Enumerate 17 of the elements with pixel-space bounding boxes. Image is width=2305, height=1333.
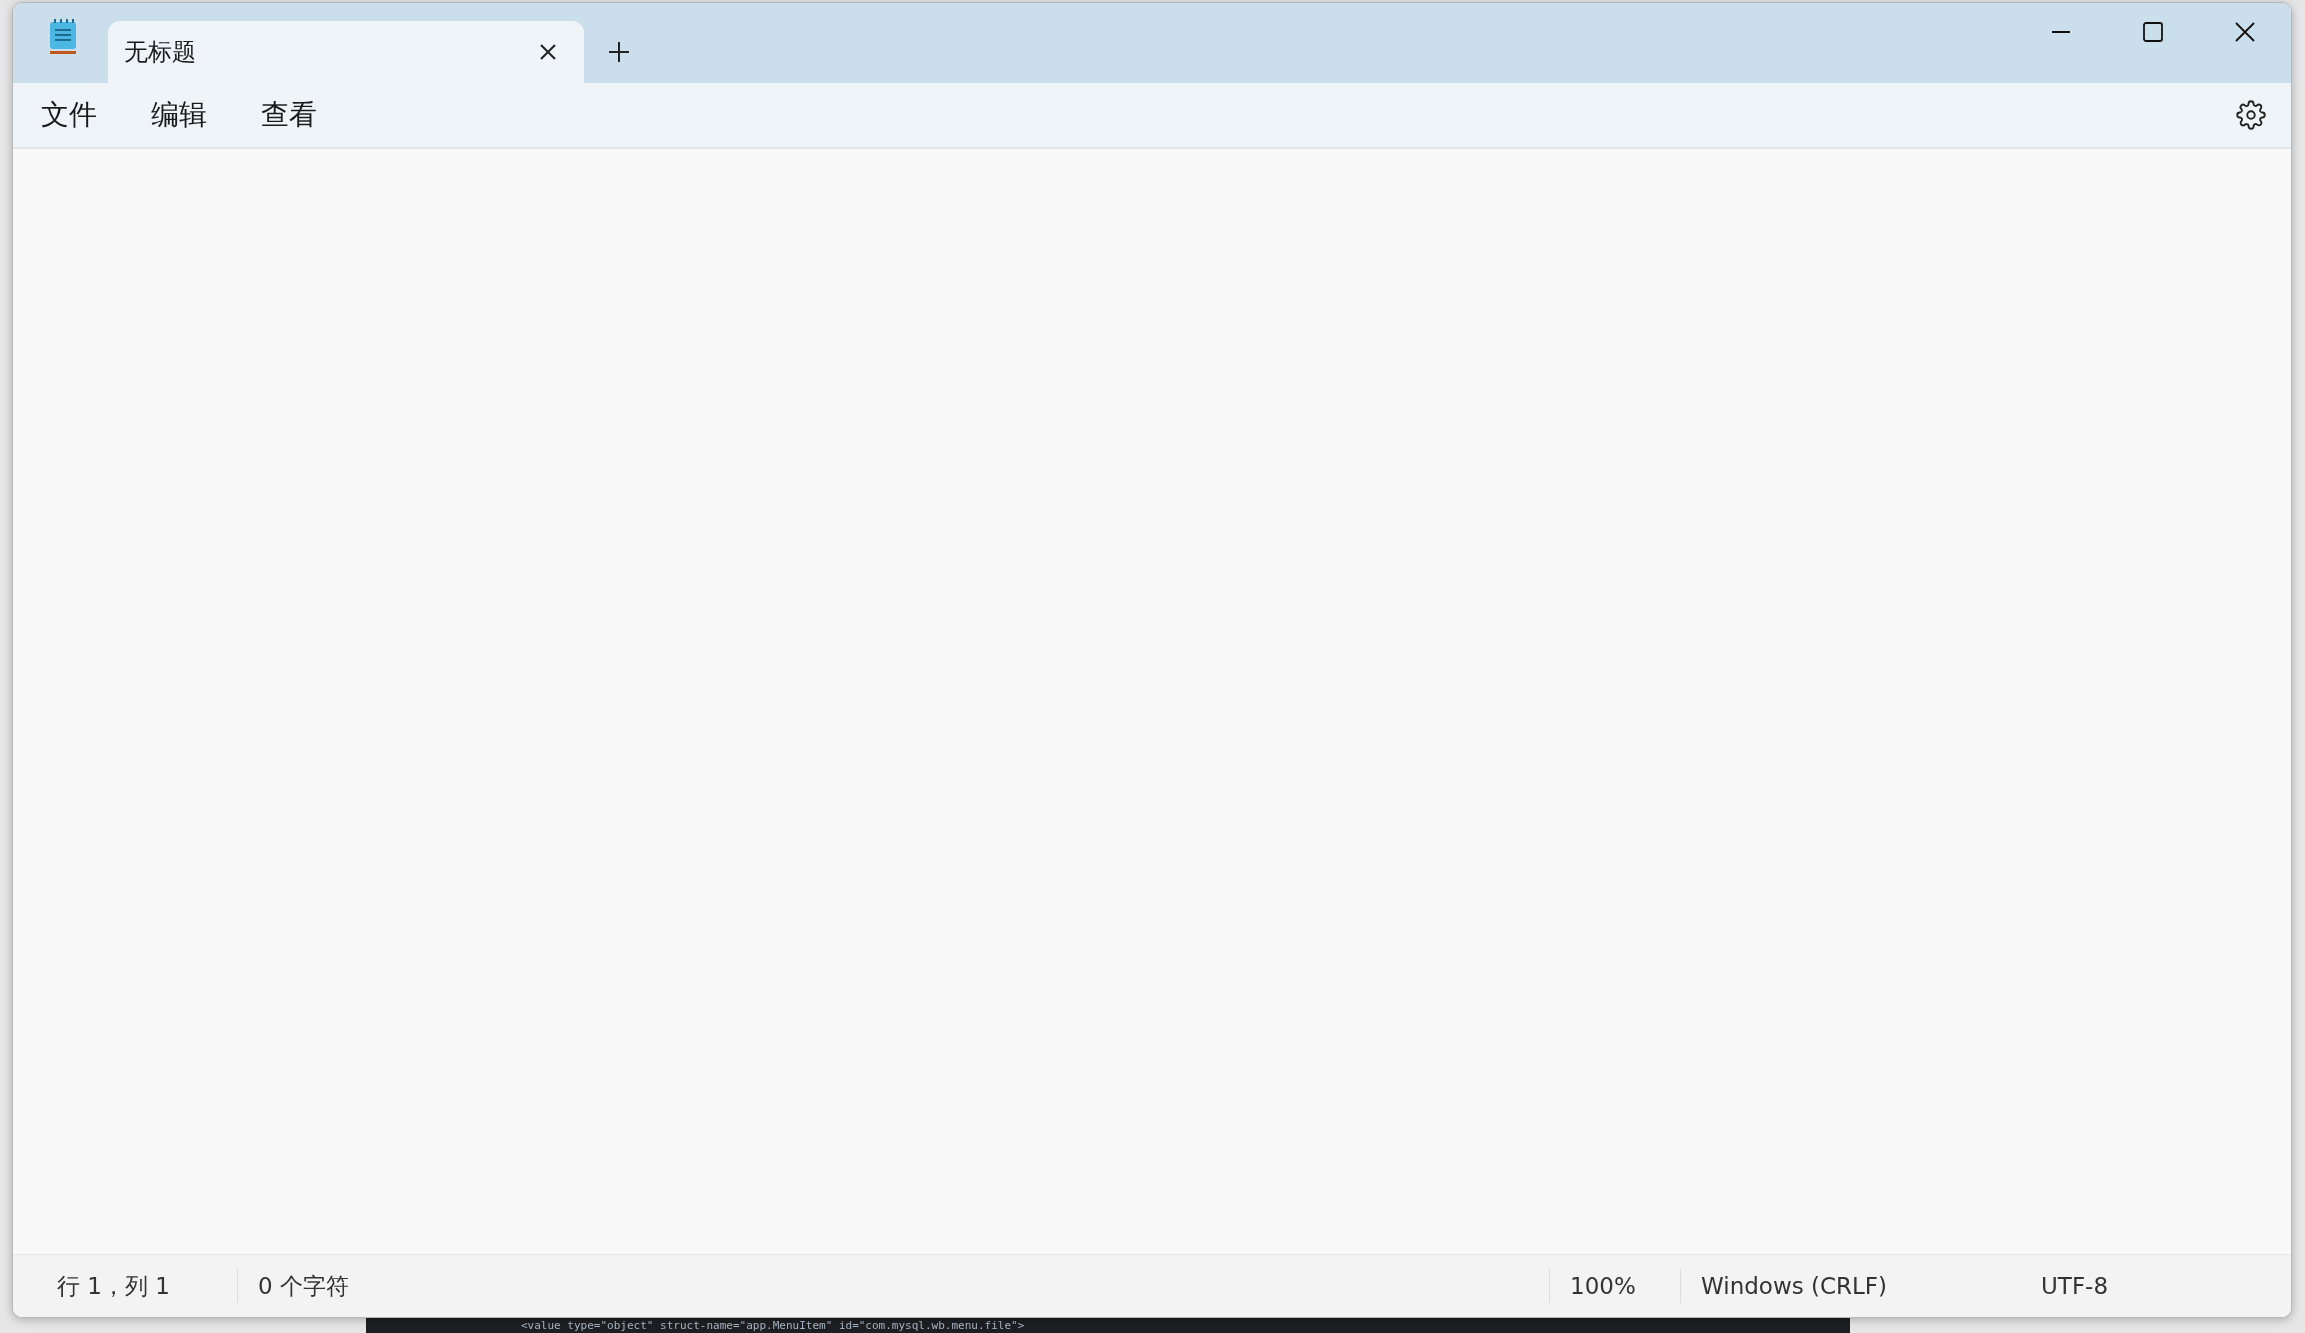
status-item: 100% — [1549, 1269, 1680, 1303]
maximize-icon — [2142, 21, 2164, 43]
status-item: UTF-8 — [2040, 1272, 2110, 1301]
close-icon — [2234, 21, 2256, 43]
gear-icon — [2236, 100, 2266, 130]
document-tab[interactable]: 无标题 — [108, 21, 584, 83]
character-count: 0 个字符 — [237, 1269, 369, 1303]
code-line: <value type="object" struct-name="app.MenuItem" id="com.mysql.wb.menu.file"> — [521, 1319, 1025, 1332]
menu-item[interactable]: 查看 — [249, 90, 329, 140]
status-item: Windows (CRLF) — [1680, 1269, 2021, 1303]
close-icon — [538, 42, 558, 62]
plus-icon — [608, 41, 630, 63]
notepad-icon — [48, 19, 78, 55]
menu-item[interactable]: 文件 — [29, 90, 109, 140]
menu-item[interactable]: 编辑 — [139, 90, 219, 140]
cursor-position: 行 1，列 1 — [56, 1272, 171, 1301]
minimize-icon — [2050, 31, 2072, 33]
